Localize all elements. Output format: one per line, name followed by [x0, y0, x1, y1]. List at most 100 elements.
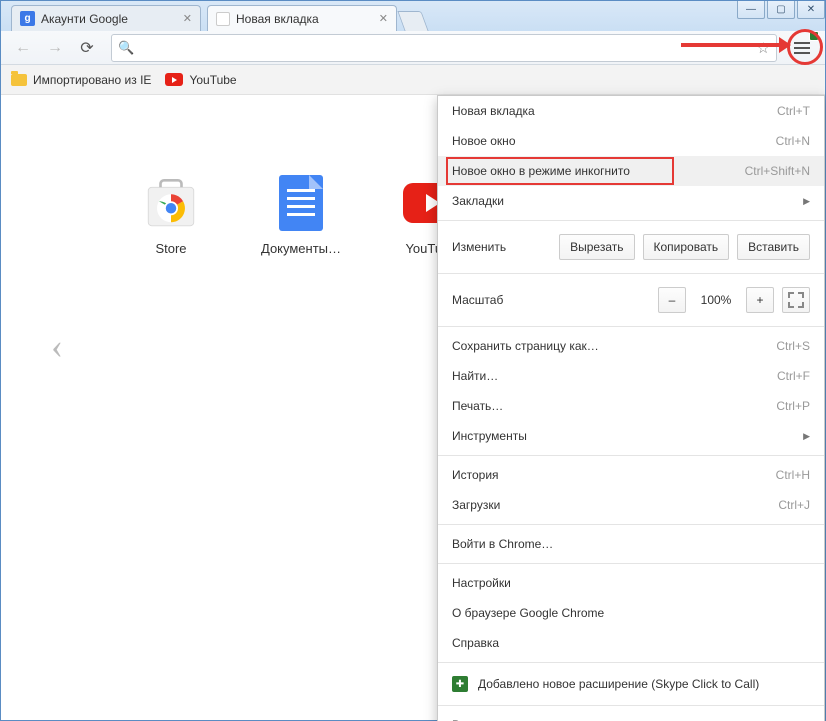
- menu-exit[interactable]: Выход: [438, 710, 824, 721]
- toolbar: ← → ⟳ 🔍 ☆: [1, 31, 825, 65]
- menu-shortcut: Ctrl+H: [776, 468, 810, 482]
- zoom-value: 100%: [694, 293, 738, 307]
- menu-separator: [438, 326, 824, 327]
- menu-label: Новая вкладка: [452, 104, 767, 118]
- chrome-store-icon: [143, 175, 199, 231]
- bookmark-label: Импортировано из IE: [33, 73, 151, 87]
- chevron-right-icon: ▶: [803, 431, 810, 442]
- google-favicon: g: [20, 11, 35, 26]
- copy-button[interactable]: Копировать: [643, 234, 730, 260]
- menu-edit-row: Изменить Вырезать Копировать Вставить: [438, 225, 824, 269]
- minimize-button[interactable]: —: [737, 1, 765, 19]
- tab-title: Новая вкладка: [236, 12, 379, 26]
- youtube-icon: [165, 73, 183, 86]
- menu-separator: [438, 662, 824, 663]
- menu-history[interactable]: История Ctrl+H: [438, 460, 824, 490]
- tab-title: Акаунти Google: [41, 12, 183, 26]
- menu-new-window[interactable]: Новое окно Ctrl+N: [438, 126, 824, 156]
- omnibox[interactable]: 🔍 ☆: [111, 34, 777, 62]
- menu-bookmarks[interactable]: Закладки ▶: [438, 186, 824, 216]
- menu-label: Справка: [452, 636, 810, 650]
- back-button[interactable]: ←: [9, 34, 37, 62]
- menu-about[interactable]: О браузере Google Chrome: [438, 598, 824, 628]
- browser-window: g Акаунти Google ✕ Новая вкладка ✕ — ▢ ✕…: [0, 0, 826, 721]
- bookmark-label: YouTube: [189, 73, 236, 87]
- forward-button[interactable]: →: [41, 34, 69, 62]
- app-docs[interactable]: Документы…: [261, 175, 341, 256]
- window-controls: — ▢ ✕: [735, 1, 825, 19]
- menu-shortcut: Ctrl+J: [778, 498, 810, 512]
- address-input[interactable]: [138, 37, 756, 59]
- chevron-right-icon: ▶: [803, 196, 810, 207]
- menu-save-as[interactable]: Сохранить страницу как… Ctrl+S: [438, 331, 824, 361]
- menu-separator: [438, 455, 824, 456]
- close-icon[interactable]: ✕: [379, 12, 388, 25]
- menu-downloads[interactable]: Загрузки Ctrl+J: [438, 490, 824, 520]
- menu-zoom-row: Масштаб – 100% +: [438, 278, 824, 322]
- menu-tools[interactable]: Инструменты ▶: [438, 421, 824, 451]
- apps-grid: Store Документы… YouTube: [131, 175, 471, 256]
- menu-label: О браузере Google Chrome: [452, 606, 810, 620]
- menu-print[interactable]: Печать… Ctrl+P: [438, 391, 824, 421]
- menu-label: Найти…: [452, 369, 767, 383]
- hamburger-icon: [794, 47, 810, 49]
- menu-incognito[interactable]: Новое окно в режиме инкогнито Ctrl+Shift…: [438, 156, 824, 186]
- menu-label: Изменить: [452, 240, 551, 254]
- menu-label: Печать…: [452, 399, 766, 413]
- app-store[interactable]: Store: [131, 175, 211, 256]
- star-icon[interactable]: ☆: [757, 39, 770, 57]
- menu-label: Инструменты: [452, 429, 797, 443]
- menu-label: Новое окно в режиме инкогнито: [452, 164, 735, 178]
- menu-separator: [438, 273, 824, 274]
- menu-settings[interactable]: Настройки: [438, 568, 824, 598]
- extension-icon: ✚: [452, 676, 468, 692]
- annotation-arrow: [681, 43, 781, 47]
- menu-label: Масштаб: [452, 293, 650, 307]
- menu-help[interactable]: Справка: [438, 628, 824, 658]
- docs-icon: [273, 175, 329, 231]
- menu-label: Закладки: [452, 194, 797, 208]
- menu-find[interactable]: Найти… Ctrl+F: [438, 361, 824, 391]
- menu-label: История: [452, 468, 766, 482]
- menu-shortcut: Ctrl+T: [777, 104, 810, 118]
- menu-separator: [438, 705, 824, 706]
- folder-icon: [11, 74, 27, 86]
- titlebar: g Акаунти Google ✕ Новая вкладка ✕ — ▢ ✕: [1, 1, 825, 31]
- fullscreen-button[interactable]: [782, 287, 810, 313]
- menu-new-tab[interactable]: Новая вкладка Ctrl+T: [438, 96, 824, 126]
- cut-button[interactable]: Вырезать: [559, 234, 634, 260]
- bookmark-youtube[interactable]: YouTube: [165, 73, 236, 87]
- pager-left[interactable]: ‹: [51, 325, 63, 367]
- menu-label: Войти в Chrome…: [452, 537, 810, 551]
- maximize-button[interactable]: ▢: [767, 1, 795, 19]
- main-menu-dropdown: Новая вкладка Ctrl+T Новое окно Ctrl+N Н…: [437, 95, 825, 721]
- main-menu-button[interactable]: [787, 33, 817, 63]
- app-label: Store: [155, 241, 186, 256]
- menu-separator: [438, 563, 824, 564]
- blank-favicon: [216, 12, 230, 26]
- menu-label: Настройки: [452, 576, 810, 590]
- paste-button[interactable]: Вставить: [737, 234, 810, 260]
- new-tab-button[interactable]: [397, 11, 428, 31]
- search-icon: 🔍: [118, 40, 134, 56]
- close-icon[interactable]: ✕: [183, 12, 192, 25]
- zoom-out-button[interactable]: –: [658, 287, 686, 313]
- content-area: Store Документы… YouTube ‹ Новая вкладка…: [1, 95, 825, 720]
- menu-shortcut: Ctrl+N: [776, 134, 810, 148]
- tab-google-accounts[interactable]: g Акаунти Google ✕: [11, 5, 201, 31]
- menu-extension-added[interactable]: ✚ Добавлено новое расширение (Skype Clic…: [438, 667, 824, 701]
- reload-button[interactable]: ⟳: [73, 34, 101, 62]
- menu-separator: [438, 220, 824, 221]
- tab-strip: g Акаунти Google ✕ Новая вкладка ✕: [11, 1, 425, 31]
- menu-shortcut: Ctrl+P: [776, 399, 810, 413]
- tab-new-tab[interactable]: Новая вкладка ✕: [207, 5, 397, 31]
- zoom-in-button[interactable]: +: [746, 287, 774, 313]
- menu-separator: [438, 524, 824, 525]
- menu-label: Сохранить страницу как…: [452, 339, 766, 353]
- menu-label: Загрузки: [452, 498, 768, 512]
- bookmarks-bar: Импортировано из IE YouTube: [1, 65, 825, 95]
- menu-signin[interactable]: Войти в Chrome…: [438, 529, 824, 559]
- close-button[interactable]: ✕: [797, 1, 825, 19]
- bookmark-ie-import[interactable]: Импортировано из IE: [11, 73, 151, 87]
- fullscreen-icon: [788, 292, 804, 308]
